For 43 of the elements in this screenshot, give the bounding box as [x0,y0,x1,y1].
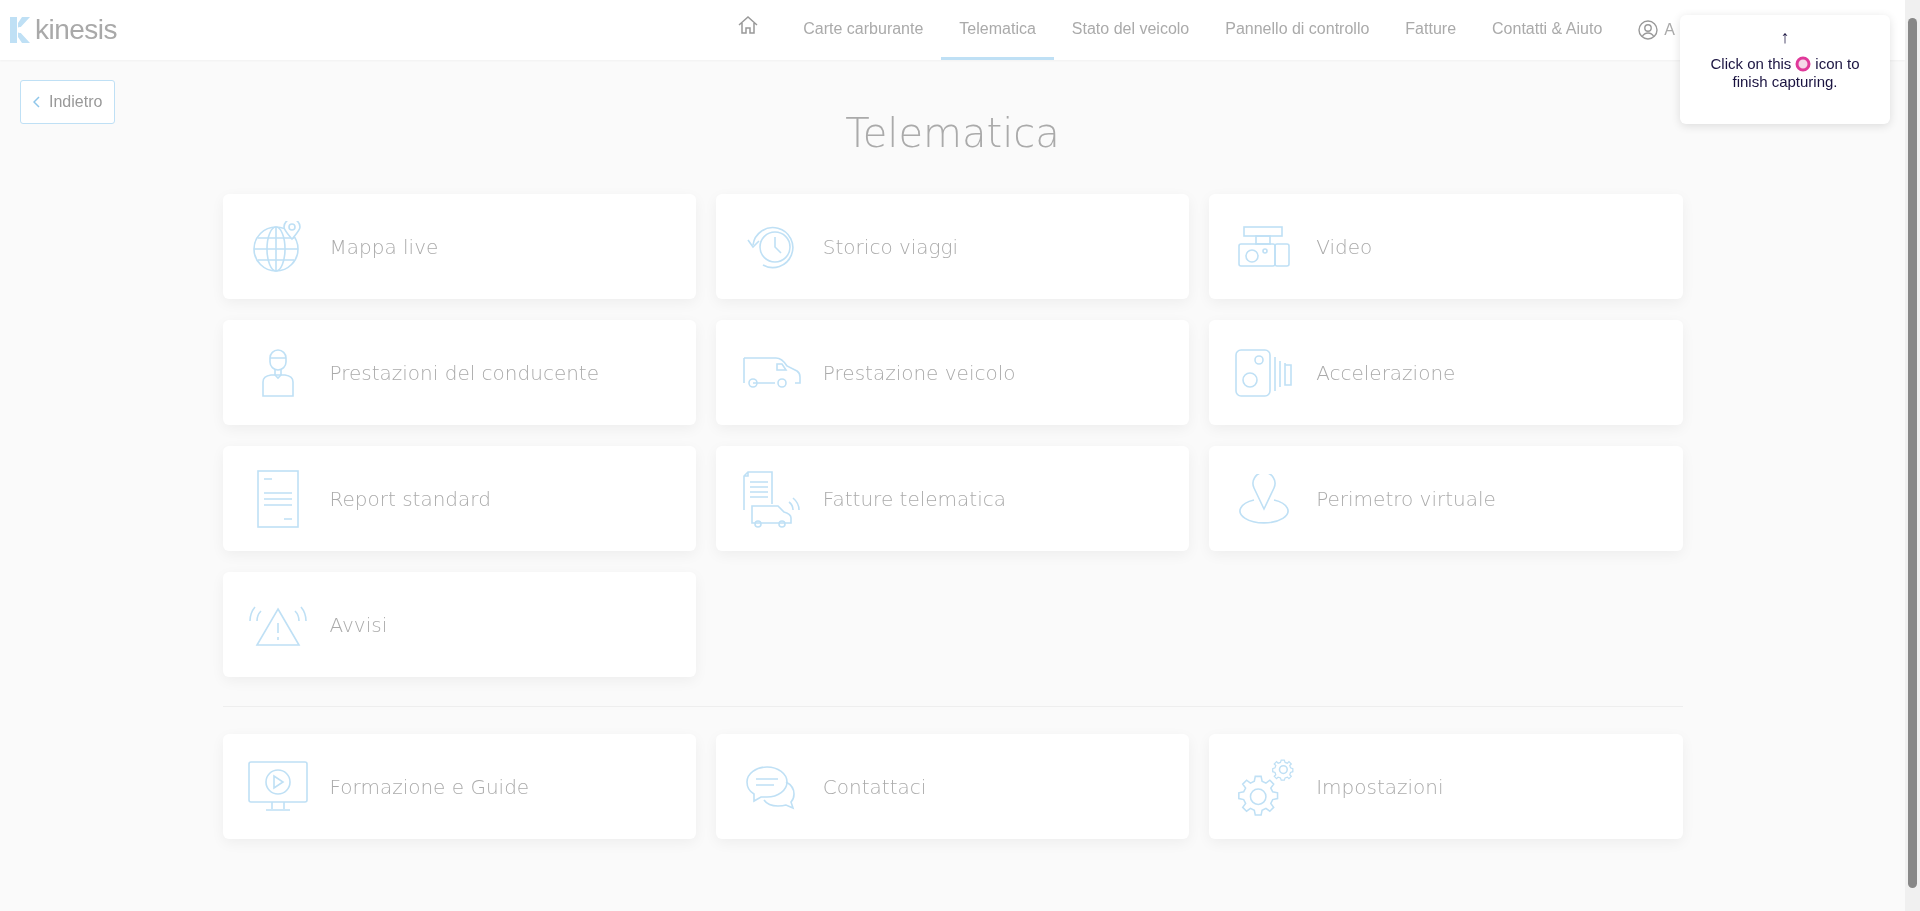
menu-tile[interactable]: Perimetro virtuale [1209,446,1683,551]
nav-tab[interactable]: Pannello di controllo [1207,0,1388,60]
driver-icon [260,347,295,398]
tooltip-text: finish capturing. [1732,73,1838,91]
arrow-glyph: ↑ [1780,26,1790,49]
dashcam-icon [1238,225,1291,268]
nav-tab[interactable]: Telematica [941,0,1054,60]
menu-tile[interactable]: Report standard [222,446,696,551]
logo-icon [10,17,32,43]
menu-tile[interactable]: Fatture telematica [715,446,1190,551]
menu-tile[interactable]: Prestazioni del conducente [222,320,696,425]
back-button[interactable]: Indietro [20,80,116,124]
user-icon[interactable] [1638,20,1659,40]
nav-tab[interactable]: Carte carburante [785,0,942,60]
menu-tile[interactable]: Video [1209,194,1683,299]
menu-tile[interactable]: Impostazioni [1209,734,1683,839]
account-label[interactable]: A [1664,21,1675,39]
menu-tile[interactable]: Avvisi [222,572,696,677]
globe-pin-icon [251,220,304,273]
home-icon[interactable] [737,15,760,35]
nav-tab[interactable]: Stato del veicolo [1053,0,1208,60]
nav-tab[interactable]: Contatti & Aiuto [1474,0,1621,60]
menu-tile[interactable]: Prestazione veicolo [715,320,1190,425]
menu-tile[interactable]: Contattaci [715,734,1190,839]
page-title: Telematica [844,110,1061,156]
van-icon [740,355,801,390]
document-icon [255,468,300,529]
speaker-icon [1235,348,1294,397]
nav-tab[interactable]: Fatture [1387,0,1475,60]
menu-tile[interactable]: Formazione e Guide [222,734,696,839]
menu-tile[interactable]: Storico viaggi [715,194,1190,299]
invoice-van-icon [741,469,800,528]
logo[interactable]: kinesis [10,14,118,46]
menu-tile[interactable]: Mappa live [222,194,696,299]
menu-tile[interactable]: Accelerazione [1209,320,1683,425]
chat-bubbles-icon [745,763,796,810]
tooltip-text: icon to [1815,55,1860,73]
chevron-left-icon [33,96,41,108]
tooltip-text: Click on this [1710,55,1792,73]
monitor-play-icon [247,760,308,813]
ring-icon [1795,56,1812,72]
scrollbar[interactable] [1905,0,1920,911]
map-pin-icon [1239,473,1290,524]
